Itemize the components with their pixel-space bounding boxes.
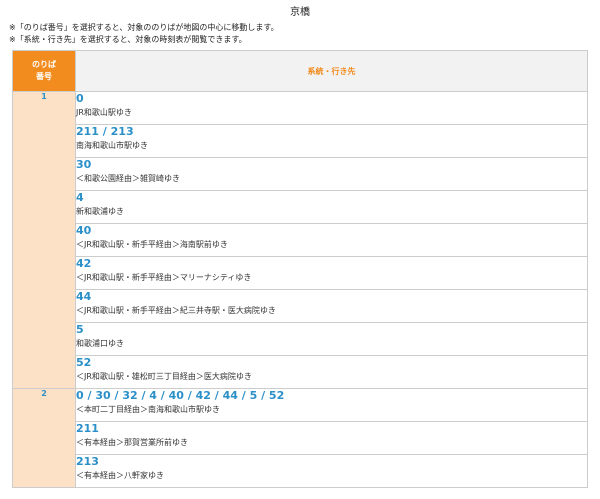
route-destination[interactable]: ＜有本経由＞八軒家ゆき: [76, 470, 587, 482]
route-destination[interactable]: 南海和歌山市駅ゆき: [76, 140, 587, 152]
platform-2-cell[interactable]: 2: [12, 388, 76, 488]
route-entry[interactable]: 0 JR和歌山駅ゆき: [75, 91, 588, 125]
route-destination[interactable]: ＜本町二丁目経由＞南海和歌山市駅ゆき: [76, 404, 587, 416]
route-number[interactable]: 0: [76, 92, 587, 107]
route-entry[interactable]: 211 / 213 南海和歌山市駅ゆき: [75, 124, 588, 158]
route-destination[interactable]: ＜JR和歌山駅・新手平経由＞マリーナシティゆき: [76, 272, 587, 284]
table-row: 44 ＜JR和歌山駅・新手平経由＞紀三井寺駅・医大病院ゆき: [13, 289, 588, 323]
route-entry[interactable]: 42 ＜JR和歌山駅・新手平経由＞マリーナシティゆき: [75, 256, 588, 290]
route-number[interactable]: 44: [76, 290, 587, 305]
route-number[interactable]: 4: [76, 191, 587, 206]
table-row: 1 0 JR和歌山駅ゆき: [12, 91, 588, 389]
page: 京橋 ※「のりば番号」を選択すると、対象ののりばが地図の中心に移動します。 ※「…: [0, 0, 600, 499]
route-destination-header: 系統・行き先: [75, 50, 588, 92]
route-number[interactable]: 213: [76, 455, 587, 470]
route-destination[interactable]: ＜JR和歌山駅・新手平経由＞紀三井寺駅・医大病院ゆき: [76, 305, 587, 317]
route-number[interactable]: 211: [76, 422, 587, 437]
route-entry[interactable]: 52 ＜JR和歌山駅・雄松町三丁目経由＞医大病院ゆき: [75, 355, 588, 389]
route-number[interactable]: 211 / 213: [76, 125, 587, 140]
route-number[interactable]: 42: [76, 257, 587, 272]
table-row: 213 ＜有本経由＞八軒家ゆき: [13, 454, 588, 488]
route-number[interactable]: 40: [76, 224, 587, 239]
route-entry[interactable]: 4 新和歌浦ゆき: [75, 190, 588, 224]
platform-number-header: のりば 番号: [12, 50, 76, 92]
notes: ※「のりば番号」を選択すると、対象ののりばが地図の中心に移動します。 ※「系統・…: [9, 22, 279, 46]
route-destination[interactable]: JR和歌山駅ゆき: [76, 107, 587, 119]
route-entry[interactable]: 44 ＜JR和歌山駅・新手平経由＞紀三井寺駅・医大病院ゆき: [75, 289, 588, 323]
table-row: 211 ＜有本経由＞那賀営業所前ゆき: [13, 421, 588, 455]
route-destination[interactable]: 新和歌浦ゆき: [76, 206, 587, 218]
route-destination[interactable]: ＜JR和歌山駅・新手平経由＞海南駅前ゆき: [76, 239, 587, 251]
route-number[interactable]: 0 / 30 / 32 / 4 / 40 / 42 / 44 / 5 / 52: [76, 389, 587, 404]
route-entry[interactable]: 213 ＜有本経由＞八軒家ゆき: [75, 454, 588, 488]
route-destination[interactable]: 和歌浦口ゆき: [76, 338, 587, 350]
table-row: 2 0 / 30 / 32 / 4 / 40 / 42 / 44 / 5 / 5…: [12, 388, 588, 488]
route-number[interactable]: 5: [76, 323, 587, 338]
station-title: 京橋: [290, 7, 310, 18]
table-row: 52 ＜JR和歌山駅・雄松町三丁目経由＞医大病院ゆき: [13, 355, 588, 389]
route-number[interactable]: 52: [76, 356, 587, 371]
note-route: ※「系統・行き先」を選択すると、対象の時刻表が閲覧できます。: [9, 35, 247, 44]
route-number[interactable]: 30: [76, 158, 587, 173]
timetable: のりば 番号 系統・行き先 1 0 JR和歌山駅ゆき 211 / 213 南海和…: [12, 50, 588, 488]
route-entry[interactable]: 40 ＜JR和歌山駅・新手平経由＞海南駅前ゆき: [75, 223, 588, 257]
table-row: 4 新和歌浦ゆき: [13, 190, 588, 224]
table-row: 211 / 213 南海和歌山市駅ゆき: [13, 124, 588, 158]
platform-1-cell[interactable]: 1: [12, 91, 76, 389]
table-row: 42 ＜JR和歌山駅・新手平経由＞マリーナシティゆき: [13, 256, 588, 290]
platform-header-line2: 番号: [36, 72, 52, 81]
table-row: 5 和歌浦口ゆき: [13, 322, 588, 356]
table-row: 40 ＜JR和歌山駅・新手平経由＞海南駅前ゆき: [13, 223, 588, 257]
route-destination[interactable]: ＜JR和歌山駅・雄松町三丁目経由＞医大病院ゆき: [76, 371, 587, 383]
route-entry[interactable]: 5 和歌浦口ゆき: [75, 322, 588, 356]
platform-header-line1: のりば: [32, 60, 56, 69]
route-entry[interactable]: 30 ＜和歌公園経由＞雑賀崎ゆき: [75, 157, 588, 191]
route-destination[interactable]: ＜有本経由＞那賀営業所前ゆき: [76, 437, 587, 449]
note-platform: ※「のりば番号」を選択すると、対象ののりばが地図の中心に移動します。: [9, 23, 279, 32]
table-row: 30 ＜和歌公園経由＞雑賀崎ゆき: [13, 157, 588, 191]
route-entry[interactable]: 0 / 30 / 32 / 4 / 40 / 42 / 44 / 5 / 52 …: [75, 388, 588, 422]
route-entry[interactable]: 211 ＜有本経由＞那賀営業所前ゆき: [75, 421, 588, 455]
table-header-row: のりば 番号 系統・行き先: [12, 50, 588, 92]
route-destination[interactable]: ＜和歌公園経由＞雑賀崎ゆき: [76, 173, 587, 185]
